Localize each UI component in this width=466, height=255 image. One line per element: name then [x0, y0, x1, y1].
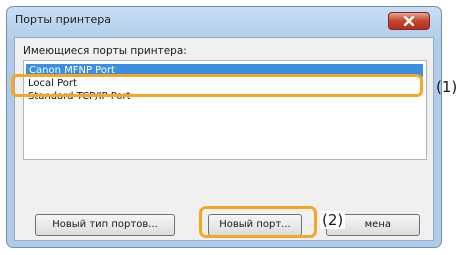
callout-1: (1) — [436, 78, 458, 96]
new-port-type-button[interactable]: Новый тип портов... — [35, 214, 175, 236]
highlight-new-port-button — [199, 206, 317, 238]
callout-2: (2) — [320, 211, 346, 229]
dialog-title: Порты принтера — [15, 13, 111, 26]
highlight-selected-port — [11, 74, 423, 97]
ports-list-label: Имеющиеся порты принтера: — [23, 45, 187, 57]
close-button[interactable] — [388, 12, 430, 30]
close-icon — [403, 16, 415, 26]
